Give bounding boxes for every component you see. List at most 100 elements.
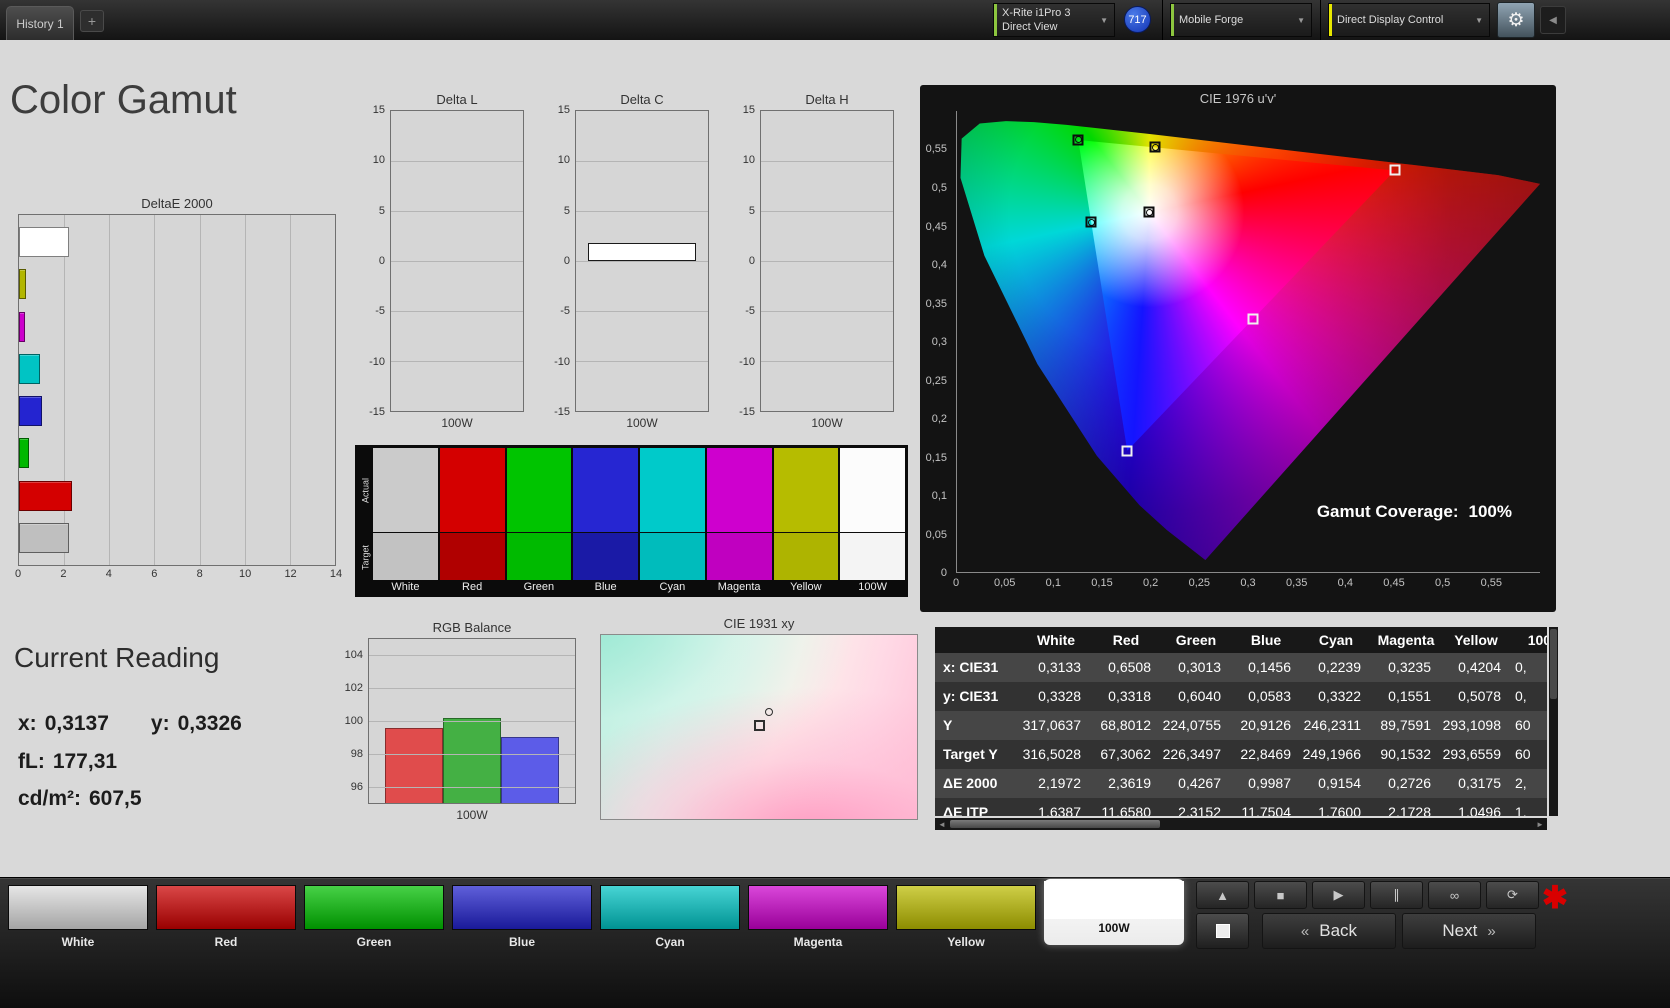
results-cell: 0,3235 <box>1388 659 1431 675</box>
results-cell: 0,2239 <box>1318 659 1361 675</box>
x-tick-label: 0,55 <box>1480 577 1503 589</box>
gamut-marker-cyan-target <box>1085 216 1097 228</box>
y-axis: 15 10 5 0 -5 -10 -15 <box>547 104 575 418</box>
scroll-left-icon[interactable]: ◄ <box>935 820 949 829</box>
grid-line <box>391 311 523 312</box>
grid-line <box>576 311 708 312</box>
chevron-left-icon: ◀ <box>1549 14 1557 26</box>
table-v-scrollbar[interactable] <box>1549 627 1558 816</box>
chevron-up-icon: ▲ <box>1216 887 1229 903</box>
play-button[interactable]: ▶ <box>1312 881 1365 909</box>
deltae-bar-yellow <box>19 269 27 300</box>
y-tick-label: -10 <box>369 355 385 368</box>
meter-mode: Direct View <box>1002 21 1058 33</box>
color-button-magenta[interactable]: Magenta <box>748 885 888 949</box>
gamut-coverage-label: Gamut Coverage: <box>1316 502 1459 521</box>
color-button-blue[interactable]: Blue <box>452 885 592 949</box>
collapse-up-button[interactable]: ▲ <box>1196 881 1249 909</box>
x-tick-label: 4 <box>105 568 112 580</box>
pause-button[interactable]: ∥ <box>1370 881 1423 909</box>
y-tick-label: 0,45 <box>925 220 947 233</box>
deltae-bar-red <box>19 480 73 511</box>
results-cell: 60 <box>1515 746 1531 762</box>
cdm2-value: 607,5 <box>89 787 142 810</box>
table-h-scrollbar[interactable]: ◄ ► <box>935 818 1547 830</box>
color-swatch <box>896 885 1036 930</box>
stop-square-icon <box>1215 924 1230 938</box>
color-button-100w[interactable]: 100W <box>1044 879 1184 945</box>
cie-x-ticks: 0 0,05 0,1 0,15 0,2 0,25 0,3 0,35 0,4 0,45 0,5 0,55 <box>953 577 1540 593</box>
delta-l-chart: Delta L 15 10 5 0 -5 -10 -15 100W <box>362 92 524 430</box>
v-scroll-thumb[interactable] <box>1550 629 1557 699</box>
add-tab-button[interactable]: + <box>80 10 104 32</box>
rgb-bar-red <box>385 727 443 803</box>
results-cell: 0,2726 <box>1388 775 1431 791</box>
y-tick-label: 0,5 <box>931 181 947 194</box>
gamut-marker-white-point <box>1143 206 1155 218</box>
color-button-green[interactable]: Green <box>304 885 444 949</box>
deltae-x-axis: 0 2 4 6 8 10 12 14 <box>15 566 342 584</box>
y-tick-label: 98 <box>350 748 363 761</box>
results-table: White Red Green Blue Cyan Magenta Yellow 100W x… <box>935 627 1547 816</box>
grid-line <box>576 211 708 212</box>
grid-line <box>576 261 708 262</box>
stop-button[interactable]: ■ <box>1254 881 1307 909</box>
swatch-column-green: Green <box>506 448 572 594</box>
history-tab[interactable]: History 1 <box>6 6 74 40</box>
results-corner-cell <box>935 627 1021 653</box>
results-cell: 0,3013 <box>1178 659 1221 675</box>
gamut-marker-yellow-target <box>1149 141 1161 153</box>
results-cell: 0,6040 <box>1178 688 1221 704</box>
y-tick-label: -5 <box>745 305 755 318</box>
swatch-actual-white <box>373 448 438 532</box>
color-button-red[interactable]: Red <box>156 885 296 949</box>
results-column-white: White <box>1036 632 1076 648</box>
loop-button[interactable]: ∞ <box>1428 881 1481 909</box>
back-button[interactable]: « Back <box>1262 913 1396 949</box>
y-tick-label: 0 <box>378 255 385 267</box>
x-axis-label: 100W <box>626 416 658 430</box>
display-control-dropdown[interactable]: Direct Display Control ▼ <box>1328 3 1490 37</box>
meter-dropdown[interactable]: X-Rite i1Pro 3 Direct View ▼ <box>993 3 1115 37</box>
results-column-red: Red <box>1112 632 1140 648</box>
swatch-label: Green <box>523 581 555 593</box>
settings-button[interactable]: ⚙ <box>1497 2 1535 38</box>
results-cell: 0,4267 <box>1178 775 1221 791</box>
collapse-panel-button[interactable]: ◀ <box>1540 6 1566 34</box>
color-button-yellow[interactable]: Yellow <box>896 885 1036 949</box>
color-swatch <box>156 885 296 930</box>
color-button-cyan[interactable]: Cyan <box>600 885 740 949</box>
next-button[interactable]: Next » <box>1402 913 1536 949</box>
deltae-bar-row <box>19 390 335 432</box>
y-tick-label: 0 <box>940 567 947 579</box>
h-scroll-thumb[interactable] <box>950 820 1160 828</box>
grid-line <box>391 161 523 162</box>
refresh-button[interactable]: ⟳ <box>1486 881 1539 909</box>
cie1931-chart: CIE 1931 xy <box>600 616 918 820</box>
swatch-target-magenta <box>706 533 772 580</box>
x-tick-label: 2 <box>60 568 67 580</box>
swatch-columns: White Red Green Blue Cyan Magenta Yellow 100W <box>373 448 905 594</box>
reading-xy: x: 0,3137 y: 0,3326 <box>18 712 242 736</box>
color-button-label: Cyan <box>655 935 685 949</box>
reading-cdm2: cd/m²: 607,5 <box>18 787 142 811</box>
meter-count-badge[interactable]: 717 <box>1124 6 1151 33</box>
deltae-bar-row <box>19 263 335 305</box>
grid-line <box>576 361 708 362</box>
source-dropdown[interactable]: Mobile Forge ▼ <box>1170 3 1312 37</box>
source-name: Mobile Forge <box>1179 13 1244 26</box>
color-swatch <box>600 885 740 930</box>
table-row: Target Y 316,5028 67,3062 226,3497 22,8469 24… <box>935 740 1547 769</box>
results-cell: 1,6387 <box>1038 804 1081 816</box>
results-column-magenta: Magenta <box>1377 632 1435 648</box>
big-stop-button[interactable] <box>1196 913 1249 949</box>
deltae-plot <box>18 214 336 566</box>
color-button-white[interactable]: White <box>8 885 148 949</box>
color-swatch <box>1044 881 1184 919</box>
x-axis-label: 100W <box>441 416 473 430</box>
results-cell: 0,1456 <box>1248 659 1291 675</box>
gamut-marker-green-target <box>1072 134 1084 146</box>
scroll-right-icon[interactable]: ► <box>1533 820 1547 829</box>
results-cell: 2, <box>1515 775 1527 791</box>
grid-line <box>761 311 893 312</box>
